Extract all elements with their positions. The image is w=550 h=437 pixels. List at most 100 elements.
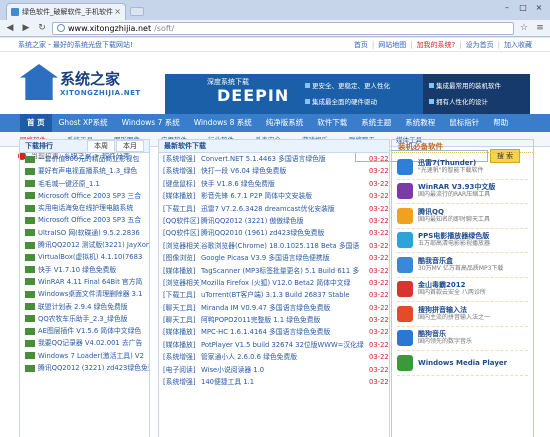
item-title-link[interactable]: Convert.NET 5.1.4463 多国语言绿色版 (201, 153, 369, 165)
item-title-link[interactable]: 140便捷工具 1.1 (201, 376, 369, 388)
item-category[interactable]: [系统增强] (163, 165, 201, 177)
list-item[interactable]: Windows桌面文件清理删除器 3.1 (20, 288, 149, 300)
rank-link[interactable]: 毛毛城一键还原_1.1 (38, 180, 100, 188)
site-name-link[interactable]: 系统之家 (18, 41, 46, 49)
list-item[interactable]: 我要QQ记录器 V4.02.001 去广告 (20, 337, 149, 349)
list-item[interactable]: 一套价值800元的精品商业影视包 (20, 153, 149, 165)
item-category[interactable]: [媒体播放] (163, 190, 201, 202)
item-title-link[interactable]: 快手 V1.8.6 绿色免费版 (201, 178, 369, 190)
list-item[interactable]: [系统增强] 140便捷工具 1.1 03-22 (159, 376, 389, 388)
list-item[interactable]: [系统增强] 快打一段 V6.04 绿色免费版 03-22 (159, 165, 389, 177)
list-item[interactable]: [聊天工具] 阿鸭POPO2011完整版 1.1 绿色免费版 03-22 (159, 314, 389, 326)
essential-app-item[interactable]: PPS电影播放器绿色版 五万部高清电影影视播放器 (397, 229, 528, 253)
item-title-link[interactable]: PotPlayer V1.5 build 32674 32位版WWW=汉化绿 (201, 339, 369, 351)
reload-icon[interactable]: ↻ (36, 22, 48, 34)
list-item[interactable]: [系统增强] 管家通小人 2.6.0.6 绿色免费版 03-22 (159, 351, 389, 363)
essential-app-item[interactable]: WinRAR V3.93中文版 国内最流行的RAR压缩工具 (397, 180, 528, 204)
item-title-link[interactable]: TagScanner (MP3标签批量更名) 5.1 Build 611 多 (201, 265, 369, 277)
list-item[interactable]: 联盟计划表 2.9.4 绿色免费版 (20, 301, 149, 313)
rank-link[interactable]: 我要QQ记录器 V4.02.001 去广告 (38, 339, 142, 347)
star-icon[interactable]: ☆ (518, 22, 530, 34)
app-name[interactable]: 迅雷7(Thunder) (418, 159, 484, 167)
list-item[interactable]: [图像浏览] Google Picasa V3.9 多国语言绿色便携版 03-22 (159, 252, 389, 264)
nav-ghost-xp[interactable]: Ghost XP系统 (52, 114, 115, 132)
rank-link[interactable]: VirtualBox(虚拟机) 4.1.10(7683 (38, 253, 142, 261)
item-category[interactable]: [聊天工具] (163, 302, 201, 314)
item-category[interactable]: [下载工具] (163, 203, 201, 215)
deepin-banner[interactable]: 深度系统下载 DEEPIN 更安全、更稳定、更人性化 集成最全面的硬件驱动 集成… (165, 74, 530, 114)
list-item[interactable]: 毛毛城一键还原_1.1 (20, 178, 149, 190)
item-category[interactable]: [QQ软件区] (163, 215, 201, 227)
list-item[interactable]: 腾讯QQ2012 (3221) zd423绿色免费 (20, 362, 149, 374)
nav-windows7[interactable]: Windows 7 系统 (115, 114, 187, 132)
item-title-link[interactable]: 迅雷7 V7.2.6.3428 dreamcast优化安装版 (201, 203, 369, 215)
list-item[interactable]: [媒体播放] TagScanner (MP3标签批量更名) 5.1 Build 6… (159, 265, 389, 277)
new-tab-button[interactable] (130, 7, 144, 16)
toplink-set-home[interactable]: 设为首页 (466, 40, 494, 50)
app-name[interactable]: 酷我音乐盒 (418, 257, 503, 265)
item-category[interactable]: [媒体播放] (163, 339, 201, 351)
close-tab-icon[interactable]: × (114, 7, 121, 16)
list-item[interactable]: [媒体播放] MPC-HC 1.6.1.4164 多国语言绿色免费版 03-22 (159, 326, 389, 338)
item-category[interactable]: [聊天工具] (163, 314, 201, 326)
item-category[interactable]: [图像浏览] (163, 252, 201, 264)
item-title-link[interactable]: 腾讯QQ2010 (1961) zd423绿色免费版 (201, 227, 369, 239)
list-item[interactable]: [浏览器相关] Mozilla Firefox (火狐) V12.0 Beta2 … (159, 277, 389, 289)
item-title-link[interactable]: Miranda IM V0.9.47 多国语言绿色免费版 (201, 302, 369, 314)
browser-tab[interactable]: 绿色软件_破解软件_手机软件 × (6, 3, 126, 20)
item-title-link[interactable]: 阿鸭POPO2011完整版 1.1 绿色免费版 (201, 314, 369, 326)
list-item[interactable]: [电子阅读] Wise小说阅读器 1.0 03-22 (159, 364, 389, 376)
list-item[interactable]: [下载工具] 迅雷7 V7.2.6.3428 dreamcast优化安装版 03-2… (159, 203, 389, 215)
rank-link[interactable]: 实用电话海免在线护理电脑系统 (38, 204, 133, 212)
rank-link[interactable]: UltraISO 网(软碟通) 9.5.2.2836 (38, 229, 140, 237)
list-item[interactable]: Microsoft Office 2003 SP3 五合 (20, 214, 149, 226)
toplink-sitemap[interactable]: 网站地图 (378, 40, 406, 50)
close-window-icon[interactable]: × (532, 2, 546, 13)
item-title-link[interactable]: 腾讯QQ2012 (3221) 傲傲绿色版 (201, 215, 369, 227)
item-title-link[interactable]: MPC-HC 1.6.1.4164 多国语言绿色免费版 (201, 326, 369, 338)
item-category[interactable]: [键盘鼠标] (163, 178, 201, 190)
rank-link[interactable]: Microsoft Office 2003 SP3 五合 (38, 216, 141, 224)
item-title-link[interactable]: uTorrent(BT客户端) 3.1.3 Build 26837 Stable (201, 289, 369, 301)
list-item[interactable]: Windows 7 Loader(激活工具) V2 (20, 350, 149, 362)
nav-themes[interactable]: 系统主题 (354, 114, 398, 132)
essential-app-item[interactable]: 酷我音乐盒 30万MV 亿万首高品质MP3下载 (397, 253, 528, 278)
rank-link[interactable]: QQ农牧车乐助手_2.3_绿色版 (38, 315, 127, 323)
list-item[interactable]: [下载工具] uTorrent(BT客户端) 3.1.3 Build 26837 … (159, 289, 389, 301)
item-title-link[interactable]: 快打一段 V6.04 绿色免费版 (201, 165, 369, 177)
item-title-link[interactable]: Wise小说阅读器 1.0 (201, 364, 369, 376)
essential-app-item[interactable]: Windows Media Player (397, 351, 528, 376)
rank-link[interactable]: Microsoft Office 2003 SP3 三合 (38, 192, 141, 200)
site-logo[interactable]: 系统之家 XITONGZHIJIA.NET (20, 62, 160, 106)
nav-help[interactable]: 帮助 (486, 114, 515, 132)
rank-link[interactable]: Windows桌面文件清理删除器 3.1 (38, 290, 142, 298)
list-item[interactable]: [聊天工具] Miranda IM V0.9.47 多国语言绿色免费版 03-22 (159, 302, 389, 314)
nav-windows8[interactable]: Windows 8 系统 (187, 114, 259, 132)
nav-home[interactable]: 首 页 (20, 114, 52, 132)
maximize-icon[interactable]: □ (516, 2, 530, 13)
forward-icon[interactable]: ▶ (20, 22, 32, 34)
app-name[interactable]: 腾讯QQ (418, 208, 490, 216)
app-name[interactable]: 搜狗拼音输入法 (418, 306, 490, 314)
item-category[interactable]: [浏览器相关] (163, 240, 201, 252)
list-item[interactable]: [系统增强] Convert.NET 5.1.4463 多国语言绿色版 03-22 (159, 153, 389, 165)
item-category[interactable]: [媒体播放] (163, 326, 201, 338)
item-category[interactable]: [系统增强] (163, 153, 201, 165)
list-item[interactable]: [媒体播放] PotPlayer V1.5 build 32674 32位版WWW… (159, 339, 389, 351)
essential-app-item[interactable]: 搜狗拼音输入法 国内主流的拼音输入法之一 (397, 302, 528, 327)
tab-week[interactable]: 本周 (87, 140, 115, 152)
slogan-link[interactable]: 最好的系统光盘下载网站! (53, 41, 133, 49)
item-category[interactable]: [媒体播放] (163, 265, 201, 277)
rank-link[interactable]: 腾讯QQ2012 (3221) zd423绿色免费 (38, 364, 149, 372)
item-title-link[interactable]: 影音先锋 6.7.1 P2P 简体中文安装版 (201, 190, 369, 202)
wrench-icon[interactable]: ≡ (534, 22, 546, 34)
essential-app-item[interactable]: 酷狗音乐 国内领先的数字音乐 (397, 327, 528, 351)
back-icon[interactable]: ◀ (4, 22, 16, 34)
nav-tutorials[interactable]: 系统教程 (398, 114, 442, 132)
rank-link[interactable]: 腾讯QQ2012 测试版(3221) JayXon (38, 241, 149, 249)
item-category[interactable]: [系统增强] (163, 351, 201, 363)
essential-app-item[interactable]: 金山毒霸2012 国内首款云安全 八两诊所 (397, 278, 528, 302)
tab-month[interactable]: 本月 (116, 140, 144, 152)
rank-link[interactable]: 快手 V1.7.10 绿色免费版 (38, 266, 116, 274)
toplink-my-system[interactable]: 加我的系统? (417, 40, 456, 50)
